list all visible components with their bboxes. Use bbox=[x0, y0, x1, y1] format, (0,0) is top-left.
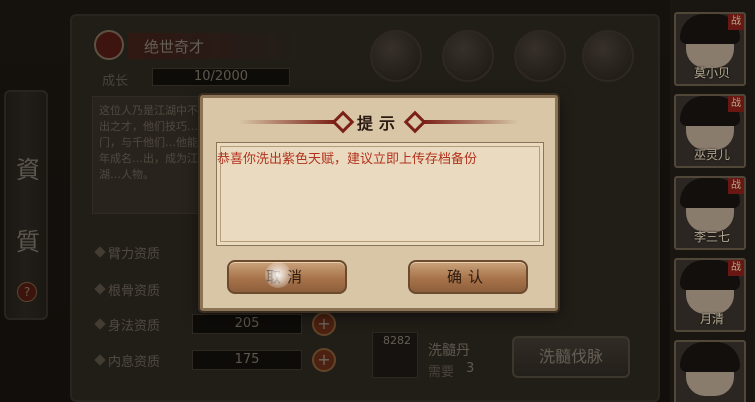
dialog-title: 提示 bbox=[356, 114, 401, 133]
game-screen: 資 質 ? 绝世奇才 成长 10/2000 这位人乃是江湖中不世出之才，他们技巧… bbox=[0, 0, 755, 402]
notice-dialog: 提示 恭喜你洗出紫色天赋，建议立即上传存档备份 取消 确认 bbox=[200, 95, 558, 311]
confirm-button[interactable]: 确认 bbox=[408, 260, 528, 294]
dialog-message: 恭喜你洗出紫色天赋，建议立即上传存档备份 bbox=[217, 152, 478, 167]
touch-indicator bbox=[265, 262, 291, 288]
